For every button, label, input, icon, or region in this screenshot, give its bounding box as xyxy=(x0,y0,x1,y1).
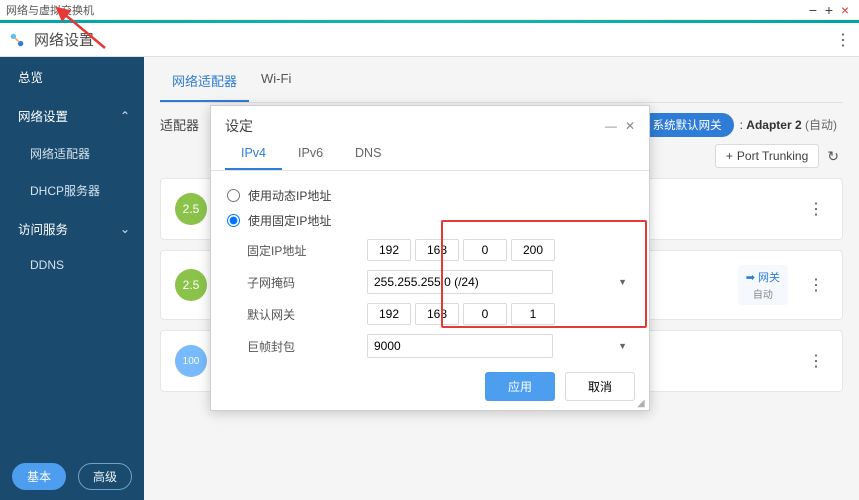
speed-badge-icon: 2.5 xyxy=(175,269,207,301)
refresh-button[interactable]: ↻ xyxy=(823,145,843,168)
sidebar-item-adapter[interactable]: 网络适配器 xyxy=(0,135,144,172)
modal-minimize-button[interactable]: — xyxy=(601,119,621,133)
sidebar-item-label: 网络适配器 xyxy=(30,145,90,162)
plus-icon: + xyxy=(726,149,733,163)
label-subnet: 子网掩码 xyxy=(247,274,367,291)
tab-wifi[interactable]: Wi-Fi xyxy=(249,61,303,102)
modal-tab-dns[interactable]: DNS xyxy=(339,140,397,170)
sidebar-item-label: DHCP服务器 xyxy=(30,182,100,199)
gateway-tag: ➡ 网关 自动 xyxy=(738,265,788,305)
label-fixed-ip: 固定IP地址 xyxy=(247,242,367,259)
section-title-adapter: 适配器 xyxy=(160,109,199,140)
speed-badge-icon: 100 xyxy=(175,345,207,377)
modal-tab-ipv4[interactable]: IPv4 xyxy=(225,140,282,170)
card-menu-button[interactable]: ⋮ xyxy=(804,199,828,219)
button-label: Port Trunking xyxy=(737,149,808,163)
radio-dynamic-ip-input[interactable] xyxy=(227,189,240,202)
sidebar-item-overview[interactable]: 总览 xyxy=(0,57,144,96)
ip-octet-3[interactable] xyxy=(463,239,507,261)
cancel-button[interactable]: 取消 xyxy=(565,372,635,401)
radio-dynamic-ip[interactable]: 使用动态IP地址 xyxy=(227,183,633,208)
radio-label: 使用固定IP地址 xyxy=(248,212,331,229)
card-menu-button[interactable]: ⋮ xyxy=(804,351,828,371)
app-header: 网络设置 ⋮ xyxy=(0,23,859,57)
subnet-select[interactable] xyxy=(367,270,553,294)
gw-octet-4[interactable] xyxy=(511,303,555,325)
sidebar-item-label: 总览 xyxy=(18,67,43,86)
settings-modal: 设定 — ✕ IPv4 IPv6 DNS 使用动态IP地址 使用固定IP地址 固… xyxy=(210,105,650,411)
app-menu-button[interactable]: ⋮ xyxy=(835,30,851,50)
sidebar-item-label: 访问服务 xyxy=(18,219,68,238)
ip-octet-1[interactable] xyxy=(367,239,411,261)
gw-octet-3[interactable] xyxy=(463,303,507,325)
sidebar-item-label: DDNS xyxy=(30,258,64,272)
ip-octet-4[interactable] xyxy=(511,239,555,261)
gateway-input-group xyxy=(367,303,633,325)
tab-adapter[interactable]: 网络适配器 xyxy=(160,61,249,102)
window-close-button[interactable]: × xyxy=(837,3,853,17)
chevron-down-icon: ⌄ xyxy=(120,222,130,236)
modal-close-button[interactable]: ✕ xyxy=(621,119,639,133)
window-title: 网络与虚拟交换机 xyxy=(6,2,94,18)
card-menu-button[interactable]: ⋮ xyxy=(804,275,828,295)
mode-advanced-button[interactable]: 高级 xyxy=(78,463,132,490)
mode-basic-button[interactable]: 基本 xyxy=(12,463,66,490)
speed-badge-icon: 2.5 xyxy=(175,193,207,225)
gw-octet-1[interactable] xyxy=(367,303,411,325)
sidebar-item-network-settings[interactable]: 网络设置 ⌃ xyxy=(0,96,144,135)
gateway-arrow-icon: ➡ xyxy=(746,271,755,284)
ip-octet-2[interactable] xyxy=(415,239,459,261)
content-tabs: 网络适配器 Wi-Fi xyxy=(160,61,843,103)
sidebar-item-label: 网络设置 xyxy=(18,106,68,125)
app-title: 网络设置 xyxy=(34,29,94,50)
window-titlebar: 网络与虚拟交换机 − + × xyxy=(0,0,859,20)
chevron-up-icon: ⌃ xyxy=(120,109,130,123)
network-app-icon xyxy=(8,31,26,49)
sidebar: 总览 网络设置 ⌃ 网络适配器 DHCP服务器 访问服务 ⌄ DDNS 基本 高… xyxy=(0,57,144,500)
gateway-tag-label: 网关 xyxy=(758,269,780,285)
gw-octet-2[interactable] xyxy=(415,303,459,325)
label-default-gateway: 默认网关 xyxy=(247,306,367,323)
current-adapter-label: : Adapter 2 (自动) xyxy=(740,116,837,133)
modal-title: 设定 xyxy=(225,116,253,136)
radio-static-ip-input[interactable] xyxy=(227,214,240,227)
sidebar-item-ddns[interactable]: DDNS xyxy=(0,248,144,282)
window-maximize-button[interactable]: + xyxy=(821,3,837,17)
port-trunking-button[interactable]: + Port Trunking xyxy=(715,144,819,168)
sidebar-item-access-services[interactable]: 访问服务 ⌄ xyxy=(0,209,144,248)
jumbo-frame-select[interactable] xyxy=(367,334,553,358)
modal-tab-ipv6[interactable]: IPv6 xyxy=(282,140,339,170)
apply-button[interactable]: 应用 xyxy=(485,372,555,401)
chip-label: 系统默认网关 xyxy=(653,117,722,133)
radio-static-ip[interactable]: 使用固定IP地址 xyxy=(227,208,633,233)
label-jumbo-frame: 巨帧封包 xyxy=(247,338,367,355)
window-minimize-button[interactable]: − xyxy=(805,3,821,17)
gateway-tag-sub: 自动 xyxy=(753,286,773,301)
radio-label: 使用动态IP地址 xyxy=(248,187,331,204)
fixed-ip-input-group xyxy=(367,239,633,261)
sidebar-item-dhcp[interactable]: DHCP服务器 xyxy=(0,172,144,209)
